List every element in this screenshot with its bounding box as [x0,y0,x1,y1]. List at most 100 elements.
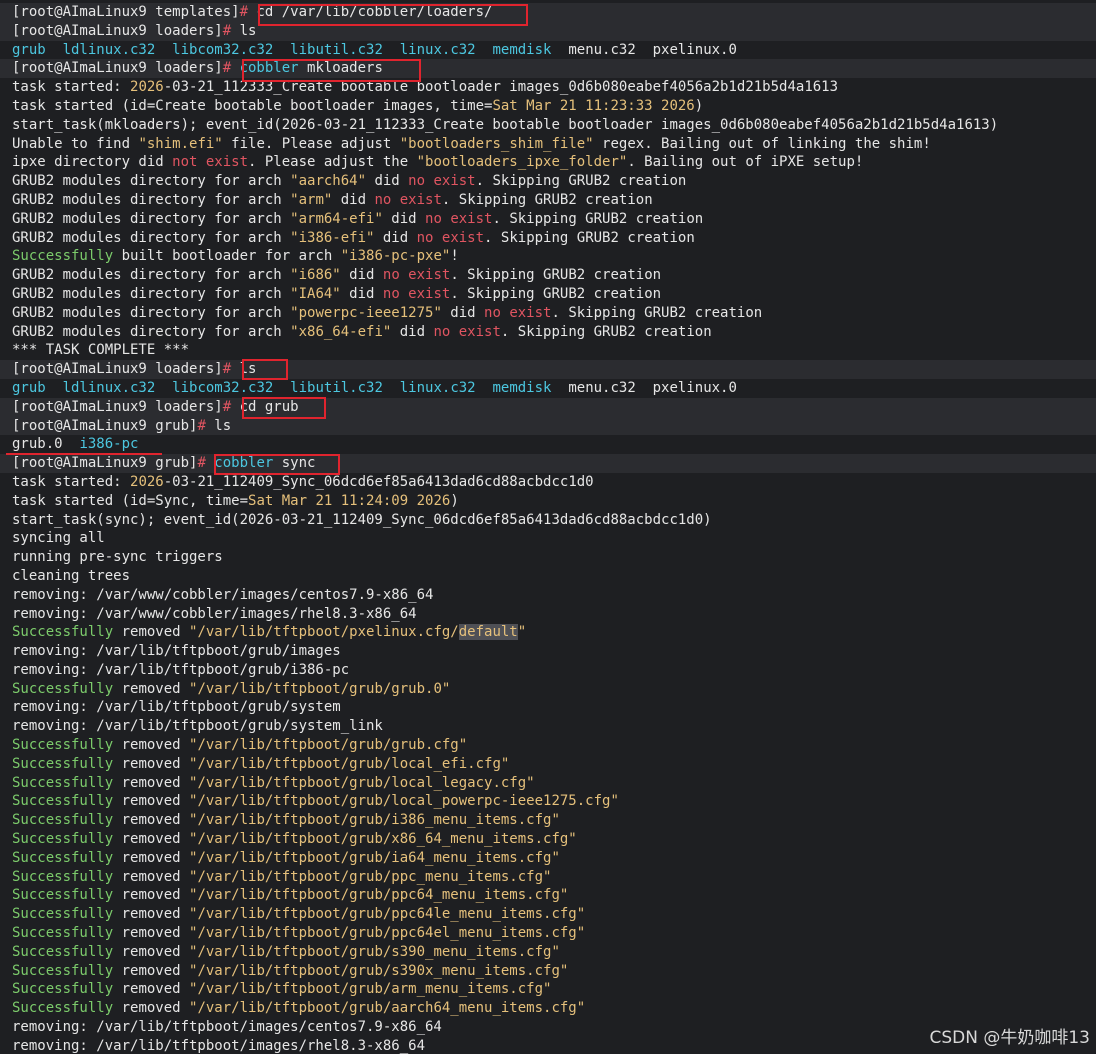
terminal-output-line: Successfully removed "/var/lib/tftpboot/… [0,623,1096,642]
terminal-text-segment: "shim.efi" [138,135,223,152]
terminal-text-segment: . Skipping GRUB2 creation [500,323,712,340]
terminal-output-line: GRUB2 modules directory for arch "powerp… [0,304,1096,323]
terminal-output-line: ipxe directory did not exist. Please adj… [0,153,1096,172]
terminal-output-line: Successfully removed "/var/lib/tftpboot/… [0,924,1096,943]
terminal-text-segment: GRUB2 modules directory for arch [12,304,291,321]
terminal-text-segment: did [340,267,383,284]
terminal-text-segment: "/var/lib/tftpboot/grub/local_efi.cfg" [189,755,510,772]
terminal-output-line: task started: 2026-03-21_112409_Sync_06d… [0,473,1096,492]
terminal-text-segment: no exist [433,323,501,340]
terminal-text-segment: linux.c32 [399,379,476,396]
terminal-window[interactable]: [root@AImaLinux9 templates] # cd /var/lib… [0,0,1096,1054]
terminal-text-segment: . Skipping GRUB2 creation [450,267,662,284]
terminal-output-line: Successfully built bootloader for arch "… [0,247,1096,266]
terminal-text-segment: removed [113,812,190,829]
terminal-output-line: start_task(mkloaders); event_id(2026-03-… [0,116,1096,135]
terminal-text-segment: task started (id=Create bootable bootloa… [12,97,493,114]
terminal-text-segment: menu.c32 pxelinux.0 [551,41,737,58]
terminal-text-segment: [root@AImaLinux9 loaders] [12,60,223,77]
terminal-text-segment: "/var/lib/tftpboot/grub/aarch64_menu_ite… [189,1000,586,1017]
terminal-text-segment: GRUB2 modules directory for arch [12,173,291,190]
terminal-text-segment: libutil.c32 [290,379,383,396]
terminal-text-segment: Successfully [12,849,114,866]
terminal-text-segment: regex. Bailing out of linking the shim! [593,135,931,152]
terminal-text-segment: "aarch64" [290,173,367,190]
terminal-output-line: GRUB2 modules directory for arch "i386-e… [0,229,1096,248]
terminal-text-segment: "/var/lib/tftpboot/grub/local_powerpc-ie… [189,793,619,810]
terminal-text-segment: no exist [484,304,552,321]
terminal-text-segment: no exist [382,285,451,302]
terminal-text-segment: "arm" [290,191,333,208]
terminal-text-segment: not exist [172,154,249,171]
terminal-output-line: GRUB2 modules directory for arch "x86_64… [0,323,1096,342]
terminal-output-line: GRUB2 modules directory for arch "arm64-… [0,210,1096,229]
terminal-text-segment: "/var/lib/tftpboot/grub/ppc64_menu_items… [189,887,569,904]
terminal-text-segment: "i386-pc-pxe" [340,248,451,265]
terminal-text-segment: i386-pc [79,436,139,453]
terminal-text-segment: libutil.c32 [290,41,383,58]
terminal-text-segment: removed [113,737,190,754]
terminal-output-line: removing: /var/lib/tftpboot/grub/system_… [0,717,1096,736]
terminal-text-segment: "/var/lib/tftpboot/grub/s390x_menu_items… [189,962,569,979]
terminal-text-segment: [root@AImaLinux9 grub] [12,417,198,434]
terminal-text-segment: ipxe directory did [12,154,173,171]
watermark: CSDN @牛奶咖啡13 [929,1028,1090,1048]
terminal-text-segment: task started: [12,79,131,96]
terminal-output-line: Successfully removed "/var/lib/tftpboot/… [0,886,1096,905]
terminal-text-segment: removed [113,831,190,848]
terminal-text-segment: grub.0 [12,436,80,453]
terminal-text-segment: "bootloaders_shim_file" [399,135,594,152]
terminal-text-segment: -03-21_112333_Create bootable bootloader… [163,79,839,96]
terminal-output-line: Successfully removed "/var/lib/tftpboot/… [0,962,1096,981]
terminal-text-segment: start_task(sync); event_id(2026-03-21_11… [12,511,712,528]
terminal-text-segment: task started: [12,473,131,490]
terminal-text-segment: cobbler [239,60,299,77]
terminal-output-line: Successfully removed "/var/lib/tftpboot/… [0,943,1096,962]
terminal-text-segment: cd grub [239,398,299,415]
terminal-output-line: Successfully removed "/var/lib/tftpboot/… [0,680,1096,699]
terminal-text-segment: cd /var/lib/cobbler/loaders/ [256,4,493,20]
terminal-text-segment: no exist [425,210,493,227]
terminal-text-segment: running pre-sync triggers [12,549,223,566]
terminal-text-segment: . Skipping GRUB2 creation [450,285,662,302]
terminal-text-segment: mkloaders [298,60,383,77]
terminal-text-segment: removed [113,906,190,923]
terminal-text-segment: Successfully [12,793,114,810]
terminal-prompt-line: [root@AImaLinux9 grub]# cobbler sync [0,454,1096,473]
terminal-text-segment: menu.c32 pxelinux.0 [551,379,737,396]
terminal-text-segment: "/var/lib/tftpboot/grub/local_legacy.cfg… [189,774,535,791]
terminal-text-segment: ) [694,97,704,114]
terminal-output-line: start_task(sync); event_id(2026-03-21_11… [0,511,1096,530]
terminal-text-segment: Successfully [12,831,114,848]
terminal-text-segment: Successfully [12,755,114,772]
terminal-text-segment: ) [450,492,459,509]
terminal-text-segment: "IA64" [290,285,341,302]
terminal-text-segment: "/var/lib/tftpboot/grub/ppc64el_menu_ite… [189,925,586,942]
terminal-text-segment: no exist [408,173,476,190]
terminal-text-segment: "i686" [290,267,341,284]
terminal-text-segment: "/var/lib/tftpboot/grub/ia64_menu_items.… [189,849,560,866]
terminal-output[interactable]: [root@AImaLinux9 templates] # cd /var/lib… [0,3,1096,1054]
terminal-output-line: removing: /var/lib/tftpboot/grub/system [0,698,1096,717]
terminal-text-segment: # [222,60,240,77]
terminal-text-segment: "/var/lib/tftpboot/pxelinux.cfg/ [189,624,459,641]
terminal-text-segment: [root@AImaLinux9 loaders] [12,22,223,39]
terminal-text-segment: Successfully [12,943,114,960]
terminal-text-segment: default [458,624,518,641]
terminal-text-segment: [root@AImaLinux9 templates] [12,4,240,20]
terminal-text-segment: "powerpc-ieee1275" [290,304,442,321]
terminal-text-segment: GRUB2 modules directory for arch [12,285,291,302]
terminal-text-segment: # [222,361,240,378]
terminal-text-segment: removing: /var/www/cobbler/images/rhel8.… [12,605,417,622]
terminal-output-line: removing: /var/www/cobbler/images/centos… [0,586,1096,605]
terminal-text-segment: "/var/lib/tftpboot/grub/ppc64le_menu_ite… [189,906,586,923]
terminal-text-segment: removing: /var/lib/tftpboot/grub/images [12,643,341,660]
terminal-text-segment: removed [113,755,190,772]
terminal-text-segment: # [222,22,240,39]
terminal-text-segment: file. Please adjust [222,135,400,152]
terminal-output-line: Successfully removed "/var/lib/tftpboot/… [0,792,1096,811]
terminal-output-line: Successfully removed "/var/lib/tftpboot/… [0,868,1096,887]
terminal-text-segment: "/var/lib/tftpboot/grub/i386_menu_items.… [189,812,560,829]
